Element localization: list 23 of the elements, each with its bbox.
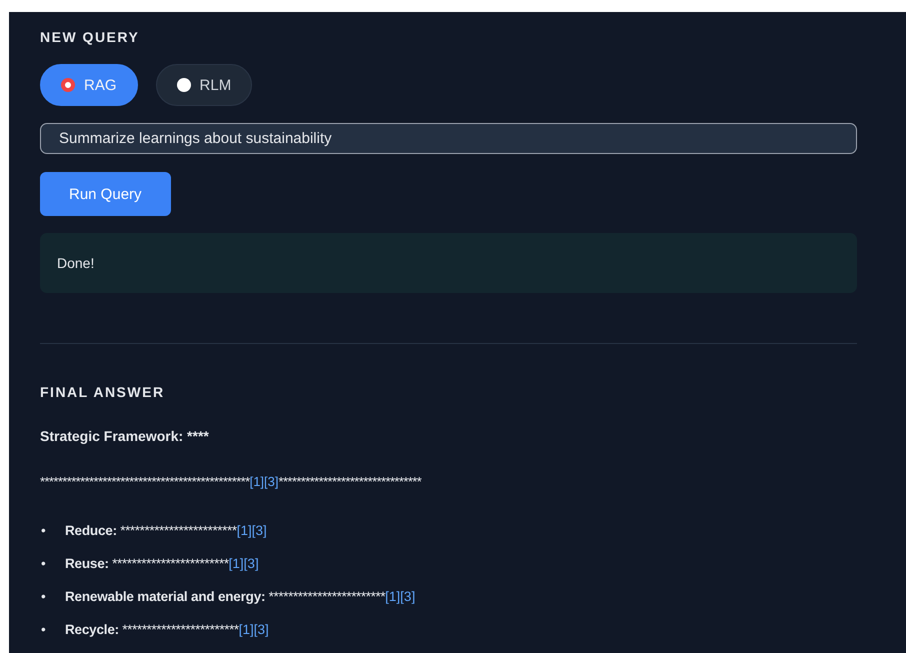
answer-bullet: Reuse: ************************[1][3] bbox=[65, 555, 259, 573]
bullet-marker: • bbox=[40, 621, 47, 639]
section-heading: NEW QUERY bbox=[40, 29, 140, 45]
answer-bullet: Reduce: ************************[1][3] bbox=[65, 522, 267, 540]
mode-toggle[interactable]: RLM bbox=[156, 64, 252, 106]
answer-bullet: Recycle: ************************[1][3] bbox=[65, 621, 269, 639]
section-heading: FINAL ANSWER bbox=[40, 384, 166, 400]
citation-link[interactable]: [1][3] bbox=[385, 589, 416, 604]
radio-icon bbox=[176, 78, 191, 92]
citation-link[interactable]: [1][3] bbox=[238, 622, 269, 637]
bullet-marker: • bbox=[40, 522, 47, 540]
radio-selected-icon bbox=[61, 78, 75, 92]
answer-paragraph: ***********************************************[1][3]******************************** bbox=[40, 474, 422, 489]
citation-link[interactable]: [1][3] bbox=[228, 556, 259, 571]
run-query-button[interactable]: Run Query bbox=[40, 172, 171, 216]
query-field[interactable]: Summarize learnings about sustainability bbox=[40, 123, 857, 154]
citation-link[interactable]: [1][3] bbox=[250, 474, 278, 489]
answer-title: Strategic Framework: **** bbox=[40, 428, 210, 444]
bullet-marker: • bbox=[40, 588, 47, 606]
status-message: Done! bbox=[40, 233, 857, 293]
answer-bullet: Renewable material and energy: ************************[1][3] bbox=[65, 588, 416, 606]
citation-link[interactable]: [1][3] bbox=[236, 523, 267, 538]
bullet-marker: • bbox=[40, 555, 47, 573]
